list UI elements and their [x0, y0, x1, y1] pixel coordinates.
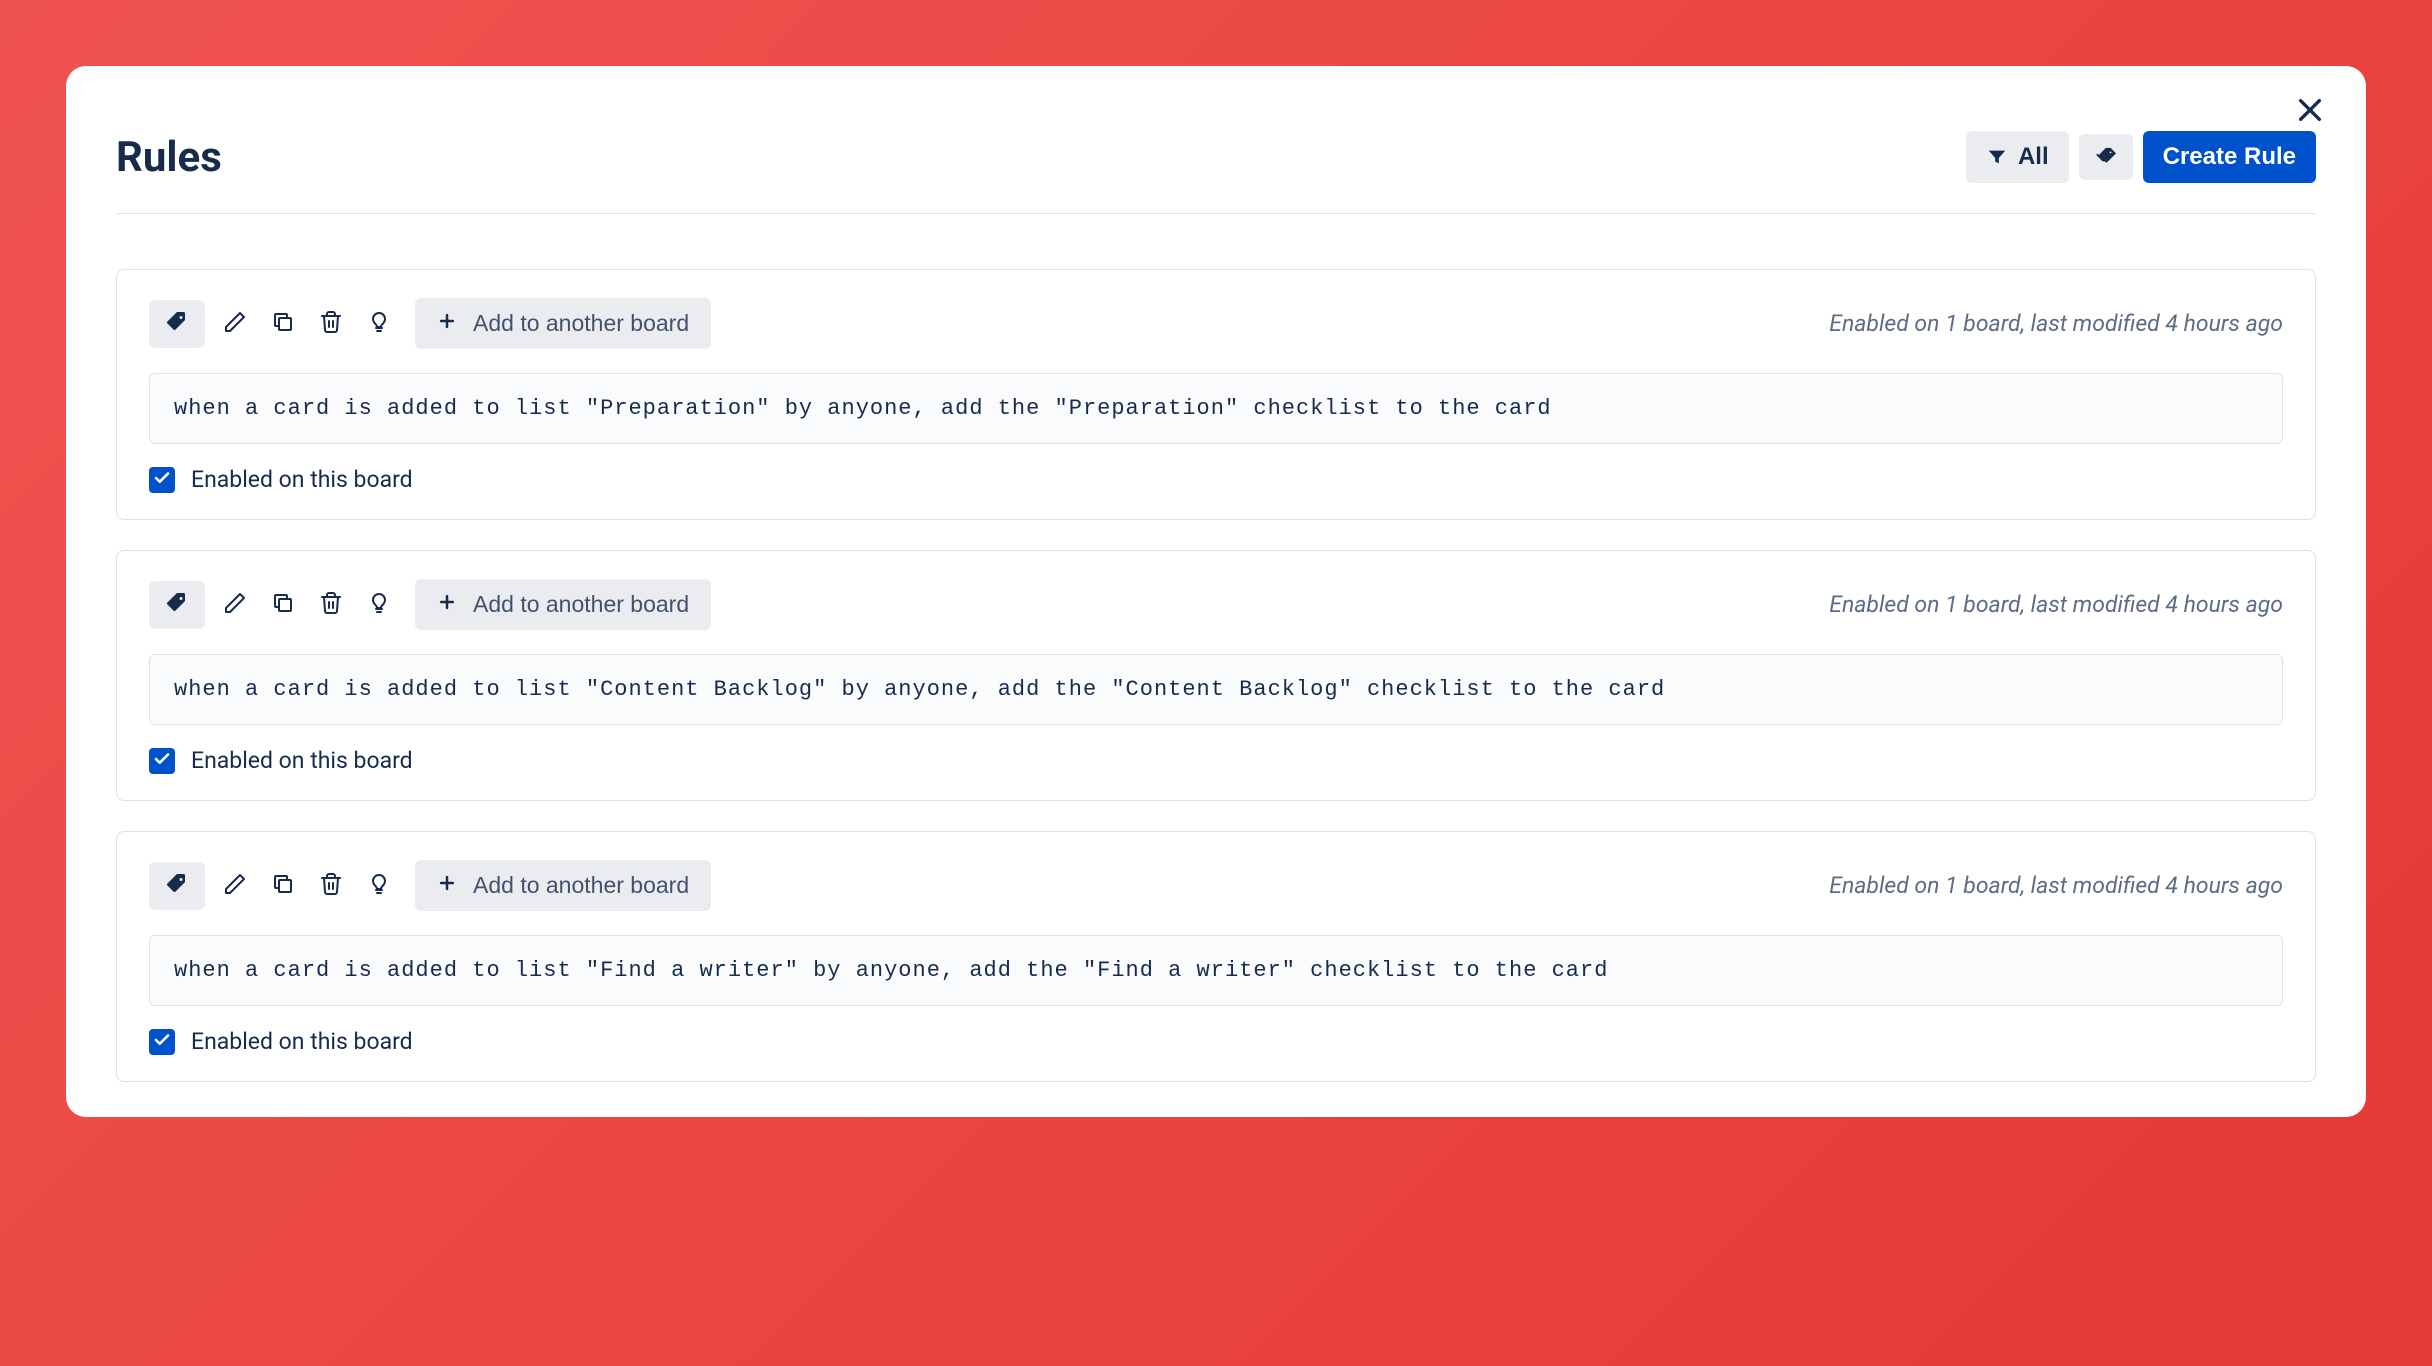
- enabled-checkbox[interactable]: [149, 467, 175, 493]
- tag-icon: [165, 310, 189, 337]
- copy-icon: [271, 872, 295, 899]
- tags-icon: [2095, 146, 2117, 168]
- lightbulb-icon: [367, 591, 391, 618]
- hint-button[interactable]: [361, 306, 397, 342]
- check-icon: [153, 1031, 171, 1053]
- rule-body: when a card is added to list "Preparatio…: [149, 373, 2283, 444]
- copy-button[interactable]: [265, 306, 301, 342]
- add-to-board-button[interactable]: Add to another board: [415, 860, 711, 911]
- rule-actions: Add to another board: [149, 579, 711, 630]
- pencil-icon: [223, 310, 247, 337]
- tags-button[interactable]: [2079, 134, 2133, 180]
- rule-toolbar: Add to another board Enabled on 1 board,…: [149, 579, 2283, 630]
- tag-icon: [165, 872, 189, 899]
- plus-icon: [437, 310, 457, 337]
- page-title: Rules: [116, 133, 222, 182]
- edit-button[interactable]: [217, 868, 253, 904]
- trash-icon: [319, 872, 343, 899]
- copy-button[interactable]: [265, 868, 301, 904]
- modal-header: Rules All Create Rule: [116, 131, 2316, 214]
- enabled-label: Enabled on this board: [191, 747, 413, 774]
- check-icon: [153, 469, 171, 491]
- filter-label: All: [2018, 143, 2049, 171]
- delete-button[interactable]: [313, 306, 349, 342]
- enabled-checkbox[interactable]: [149, 748, 175, 774]
- rule-actions: Add to another board: [149, 298, 711, 349]
- rule-meta: Enabled on 1 board, last modified 4 hour…: [1829, 310, 2283, 337]
- enabled-checkbox[interactable]: [149, 1029, 175, 1055]
- copy-icon: [271, 310, 295, 337]
- check-icon: [153, 750, 171, 772]
- add-to-board-label: Add to another board: [473, 591, 689, 618]
- tag-button[interactable]: [149, 300, 205, 348]
- hint-button[interactable]: [361, 868, 397, 904]
- enabled-row: Enabled on this board: [149, 1028, 2283, 1055]
- enabled-row: Enabled on this board: [149, 747, 2283, 774]
- filter-all-button[interactable]: All: [1966, 131, 2069, 183]
- rule-card: Add to another board Enabled on 1 board,…: [116, 831, 2316, 1082]
- plus-icon: [437, 872, 457, 899]
- create-rule-button[interactable]: Create Rule: [2143, 131, 2316, 183]
- rule-card: Add to another board Enabled on 1 board,…: [116, 269, 2316, 520]
- close-icon: [2294, 94, 2326, 126]
- rule-card: Add to another board Enabled on 1 board,…: [116, 550, 2316, 801]
- hint-button[interactable]: [361, 587, 397, 623]
- copy-icon: [271, 591, 295, 618]
- rule-body: when a card is added to list "Find a wri…: [149, 935, 2283, 1006]
- add-to-board-label: Add to another board: [473, 310, 689, 337]
- pencil-icon: [223, 872, 247, 899]
- add-to-board-label: Add to another board: [473, 872, 689, 899]
- trash-icon: [319, 591, 343, 618]
- rules-modal: Rules All Create Rule: [66, 66, 2366, 1117]
- pencil-icon: [223, 591, 247, 618]
- rule-meta: Enabled on 1 board, last modified 4 hour…: [1829, 591, 2283, 618]
- create-rule-label: Create Rule: [2163, 143, 2296, 171]
- filter-icon: [1986, 146, 2008, 168]
- copy-button[interactable]: [265, 587, 301, 623]
- rule-meta: Enabled on 1 board, last modified 4 hour…: [1829, 872, 2283, 899]
- tag-icon: [165, 591, 189, 618]
- tag-button[interactable]: [149, 581, 205, 629]
- rules-list: Add to another board Enabled on 1 board,…: [116, 269, 2316, 1082]
- trash-icon: [319, 310, 343, 337]
- enabled-row: Enabled on this board: [149, 466, 2283, 493]
- enabled-label: Enabled on this board: [191, 466, 413, 493]
- rule-body: when a card is added to list "Content Ba…: [149, 654, 2283, 725]
- delete-button[interactable]: [313, 587, 349, 623]
- rule-toolbar: Add to another board Enabled on 1 board,…: [149, 298, 2283, 349]
- rule-actions: Add to another board: [149, 860, 711, 911]
- lightbulb-icon: [367, 872, 391, 899]
- plus-icon: [437, 591, 457, 618]
- close-button[interactable]: [2294, 94, 2326, 130]
- enabled-label: Enabled on this board: [191, 1028, 413, 1055]
- tag-button[interactable]: [149, 862, 205, 910]
- delete-button[interactable]: [313, 868, 349, 904]
- add-to-board-button[interactable]: Add to another board: [415, 298, 711, 349]
- header-actions: All Create Rule: [1966, 131, 2316, 183]
- rule-toolbar: Add to another board Enabled on 1 board,…: [149, 860, 2283, 911]
- edit-button[interactable]: [217, 306, 253, 342]
- edit-button[interactable]: [217, 587, 253, 623]
- add-to-board-button[interactable]: Add to another board: [415, 579, 711, 630]
- lightbulb-icon: [367, 310, 391, 337]
